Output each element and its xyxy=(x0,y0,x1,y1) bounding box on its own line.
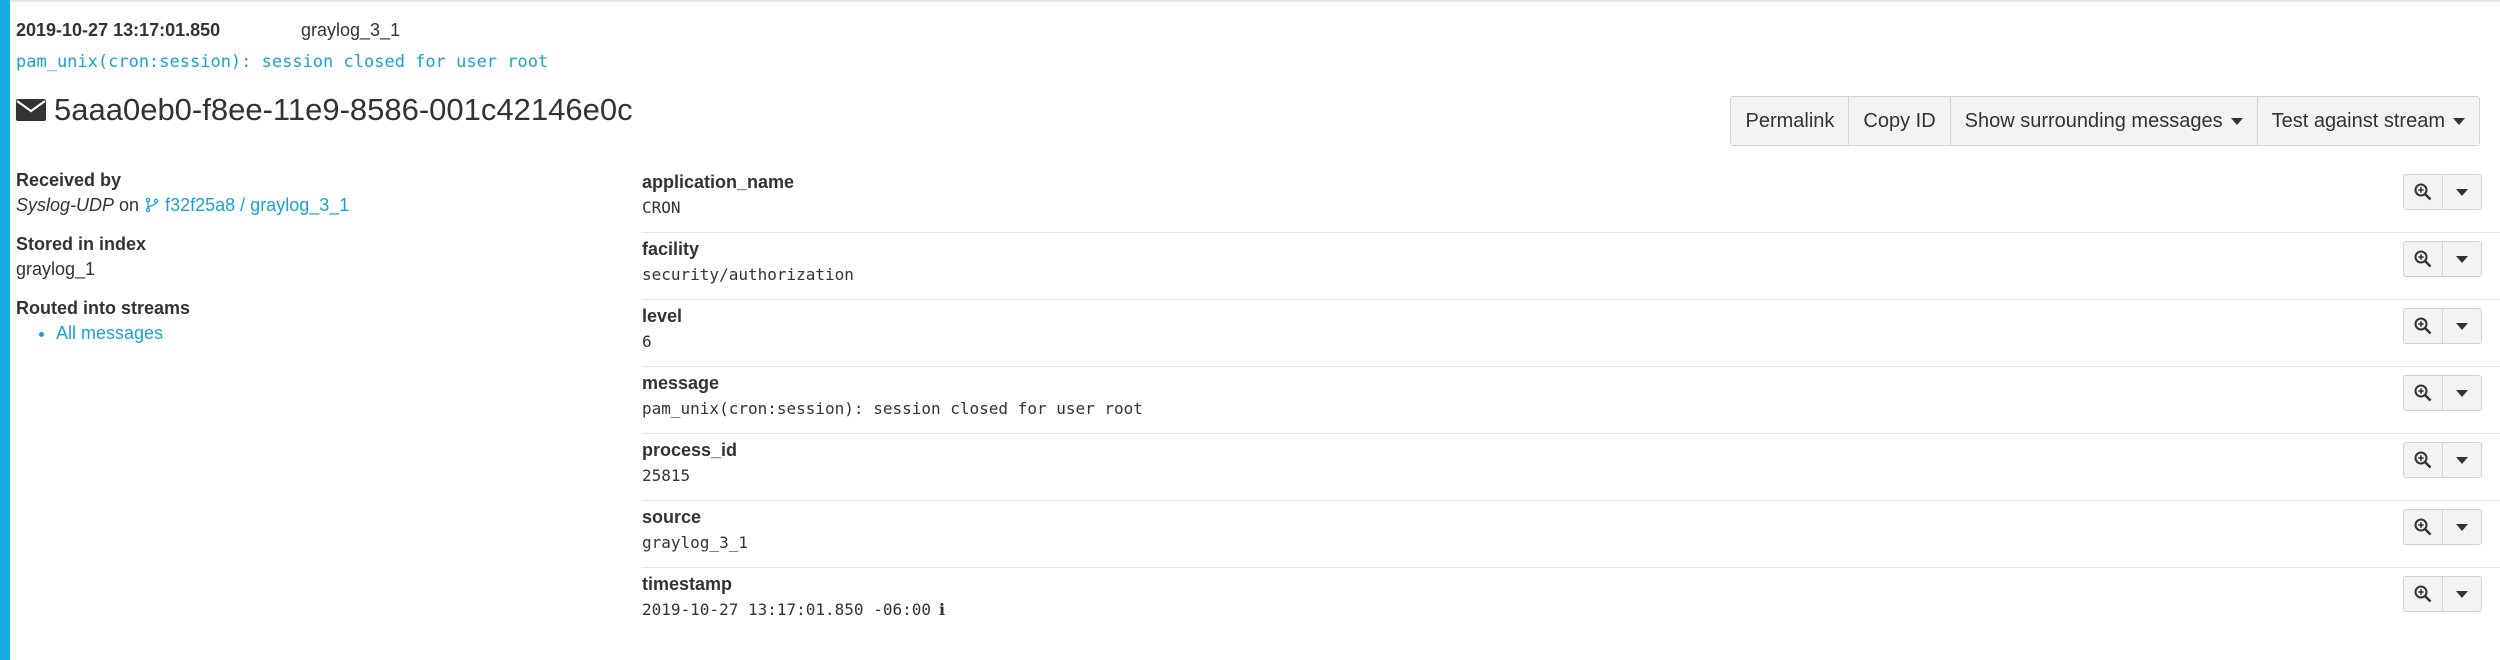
field-actions xyxy=(2403,442,2482,478)
field-actions-dropdown[interactable] xyxy=(2443,175,2481,209)
caret-down-icon xyxy=(2456,255,2468,263)
raw-message: pam_unix(cron:session): session closed f… xyxy=(16,52,549,72)
field-name: application_name xyxy=(642,172,795,192)
field-row: message pam_unix(cron:session): session … xyxy=(642,367,2500,434)
caret-down-icon xyxy=(2230,117,2243,125)
field-actions xyxy=(2403,375,2482,411)
field-value: graylog_3_1 xyxy=(642,533,748,552)
zoom-in-icon[interactable] xyxy=(2404,175,2443,209)
field-actions xyxy=(2403,509,2482,545)
zoom-in-icon[interactable] xyxy=(2404,376,2443,410)
index-name: graylog_1 xyxy=(16,259,96,279)
received-by-label: Received by xyxy=(16,170,122,190)
field-row: timestamp 2019-10-27 13:17:01.850 -06:00… xyxy=(642,568,2500,634)
field-actions-dropdown[interactable] xyxy=(2443,309,2481,343)
caret-down-icon xyxy=(2456,523,2468,531)
field-actions xyxy=(2403,308,2482,344)
received-by-value: Syslog-UDP on f32f25a8 / graylog_3_1 xyxy=(16,195,616,216)
node-link[interactable]: f32f25a8 / graylog_3_1 xyxy=(144,195,349,215)
field-actions xyxy=(2403,241,2482,277)
field-actions-dropdown[interactable] xyxy=(2443,242,2481,276)
field-value: 25815 xyxy=(642,466,691,485)
field-value: 6 xyxy=(642,332,652,351)
message-id: 5aaa0eb0-f8ee-11e9-8586-001c42146e0c xyxy=(54,92,633,127)
field-value: 2019-10-27 13:17:01.850 -06:00 xyxy=(642,600,931,619)
field-actions xyxy=(2403,576,2482,612)
caret-down-icon xyxy=(2456,188,2468,196)
message-detail: 2019-10-27 13:17:01.850 graylog_3_1 pam_… xyxy=(16,0,2500,660)
field-name: timestamp xyxy=(642,574,733,594)
caret-down-icon xyxy=(2456,456,2468,464)
copy-id-button[interactable]: Copy ID xyxy=(1849,97,1951,145)
input-name: Syslog-UDP xyxy=(16,195,115,215)
field-row: level 6 xyxy=(642,300,2500,367)
show-surrounding-messages-dropdown[interactable]: Show surrounding messages xyxy=(1950,97,2258,145)
field-actions xyxy=(2403,174,2482,210)
caret-down-icon xyxy=(2456,389,2468,397)
field-name: level xyxy=(642,306,683,326)
message-source-node: graylog_3_1 xyxy=(301,20,401,40)
field-actions-dropdown[interactable] xyxy=(2443,443,2481,477)
field-actions-dropdown[interactable] xyxy=(2443,577,2481,611)
test-against-stream-dropdown[interactable]: Test against stream xyxy=(2257,97,2479,145)
stored-in-index-label: Stored in index xyxy=(16,234,147,254)
routed-into-streams-label: Routed into streams xyxy=(16,298,191,318)
message-id-title: 5aaa0eb0-f8ee-11e9-8586-001c42146e0c xyxy=(16,92,633,128)
field-value: security/authorization xyxy=(642,265,854,284)
field-actions-dropdown[interactable] xyxy=(2443,510,2481,544)
message-meta: 2019-10-27 13:17:01.850 graylog_3_1 xyxy=(16,20,400,41)
field-row: source graylog_3_1 xyxy=(642,501,2500,568)
info-icon[interactable]: ℹ xyxy=(939,600,945,619)
message-highlight-bar xyxy=(0,0,10,660)
caret-down-icon xyxy=(2456,322,2468,330)
message-fields: application_name CRON facility security/… xyxy=(642,166,2500,634)
message-details-panel: Received by Syslog-UDP on f32f25a8 / gra… xyxy=(16,170,616,344)
field-value: CRON xyxy=(642,198,681,217)
zoom-in-icon[interactable] xyxy=(2404,443,2443,477)
message-timestamp: 2019-10-27 13:17:01.850 xyxy=(16,20,221,40)
code-fork-icon xyxy=(145,197,159,213)
zoom-in-icon[interactable] xyxy=(2404,242,2443,276)
field-value-with-info: 2019-10-27 13:17:01.850 -06:00 ℹ xyxy=(642,600,945,619)
permalink-button[interactable]: Permalink xyxy=(1731,97,1850,145)
envelope-icon xyxy=(16,99,46,121)
message-actions: Permalink Copy ID Show surrounding messa… xyxy=(1730,96,2480,146)
streams-list: All messages xyxy=(16,323,616,344)
field-row: facility security/authorization xyxy=(642,233,2500,300)
caret-down-icon xyxy=(2453,117,2465,125)
field-name: process_id xyxy=(642,440,738,460)
zoom-in-icon[interactable] xyxy=(2404,309,2443,343)
field-row: application_name CRON xyxy=(642,166,2500,233)
field-name: facility xyxy=(642,239,700,259)
on-word: on xyxy=(119,195,140,215)
zoom-in-icon[interactable] xyxy=(2404,510,2443,544)
stream-link[interactable]: All messages xyxy=(56,323,616,344)
field-name: message xyxy=(642,373,720,393)
field-actions-dropdown[interactable] xyxy=(2443,376,2481,410)
zoom-in-icon[interactable] xyxy=(2404,577,2443,611)
field-row: process_id 25815 xyxy=(642,434,2500,501)
field-value: pam_unix(cron:session): session closed f… xyxy=(642,399,1143,418)
caret-down-icon xyxy=(2456,590,2468,598)
field-name: source xyxy=(642,507,702,527)
